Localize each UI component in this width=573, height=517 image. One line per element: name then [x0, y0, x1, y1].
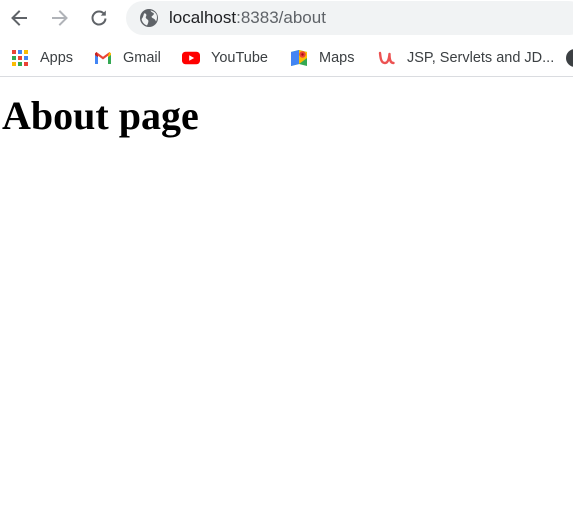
youtube-icon	[182, 49, 200, 67]
url-path: :8383/about	[236, 8, 326, 27]
forward-button[interactable]	[45, 3, 75, 33]
bookmark-overflow-icon[interactable]	[566, 49, 573, 67]
bookmarks-bar: Apps Gmail YouTube Maps JSP, Servlets an…	[0, 40, 573, 77]
bookmark-maps[interactable]: Maps	[290, 40, 354, 76]
gmail-icon	[94, 49, 112, 67]
url-host: localhost	[169, 8, 237, 27]
bookmark-label: Gmail	[123, 50, 161, 66]
reload-button[interactable]	[84, 3, 114, 33]
bookmark-label: Apps	[40, 50, 74, 66]
bookmark-label: Maps	[319, 50, 355, 66]
bookmark-youtube[interactable]: YouTube	[182, 40, 268, 76]
page-heading: About page	[2, 93, 199, 138]
bookmark-gmail[interactable]: Gmail	[94, 40, 161, 76]
udemy-icon	[378, 49, 396, 67]
page-content: About page	[0, 77, 573, 517]
bookmark-label: JSP, Servlets and JD...	[407, 50, 555, 66]
browser-toolbar: localhost:8383/about	[0, 0, 573, 36]
address-bar[interactable]: localhost:8383/about	[126, 1, 573, 35]
bookmark-jsp-servlets[interactable]: JSP, Servlets and JD...	[378, 40, 554, 76]
reload-icon	[91, 10, 107, 26]
back-button[interactable]	[4, 3, 34, 33]
arrow-right-icon	[52, 10, 68, 26]
bookmark-label: YouTube	[211, 50, 268, 66]
apps-grid-icon	[11, 49, 29, 67]
maps-icon	[290, 49, 308, 67]
url-text: localhost:8383/about	[169, 1, 326, 35]
bookmark-apps[interactable]: Apps	[11, 40, 73, 76]
arrow-left-icon	[11, 10, 27, 26]
site-info-globe-icon[interactable]	[139, 8, 159, 28]
